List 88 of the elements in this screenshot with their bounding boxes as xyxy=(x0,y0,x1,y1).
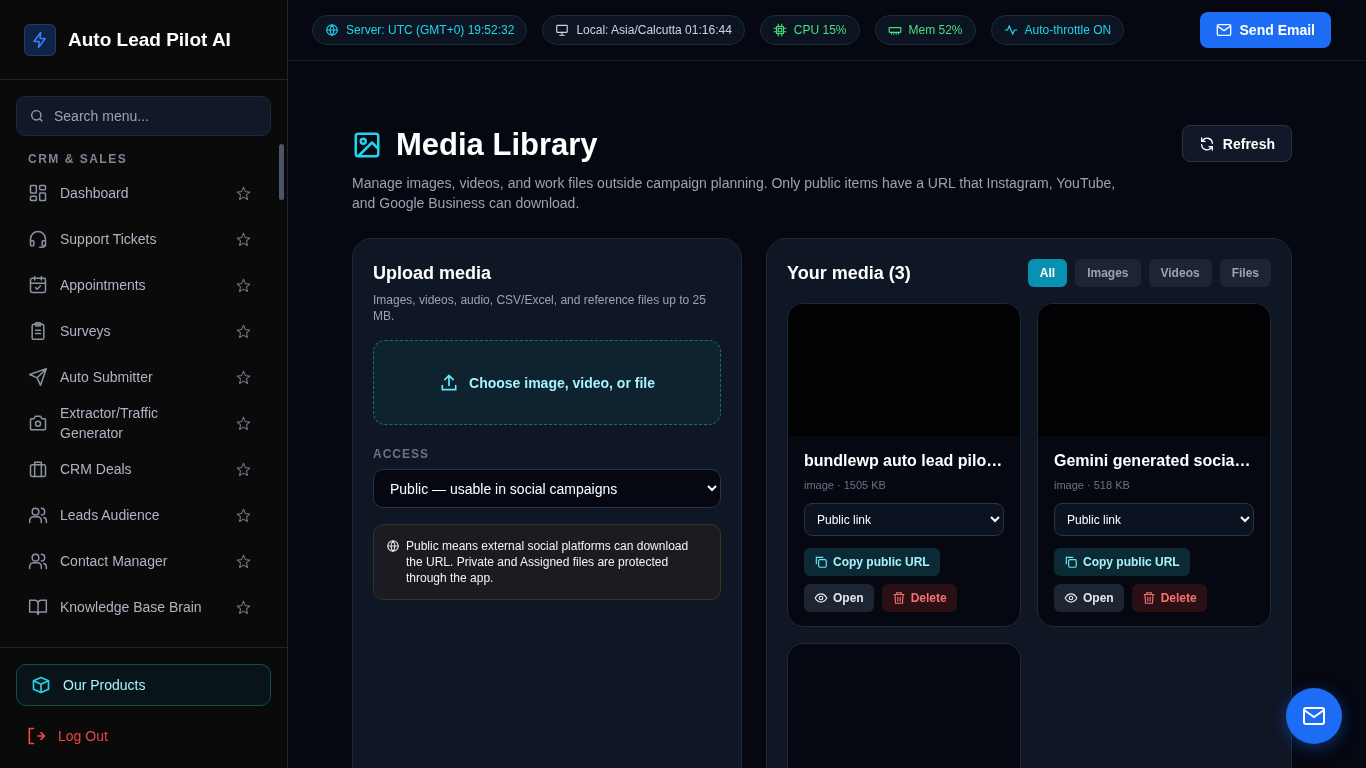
mail-icon xyxy=(1215,22,1232,38)
filter-tab[interactable]: Videos xyxy=(1148,259,1212,287)
filter-tab[interactable]: All xyxy=(1027,259,1068,287)
pulse-icon xyxy=(1003,23,1018,37)
users-icon xyxy=(28,505,48,525)
headset-icon xyxy=(28,229,48,249)
users-icon xyxy=(28,551,48,571)
copy-url-button[interactable]: Copy public URL xyxy=(804,548,940,576)
nav-item[interactable]: Contact Manager xyxy=(0,538,287,584)
nav-item[interactable]: Surveys xyxy=(0,308,287,354)
filter-tab[interactable]: Images xyxy=(1075,259,1141,287)
delete-button[interactable]: Delete xyxy=(1131,584,1207,612)
trash-icon xyxy=(891,591,906,605)
access-select[interactable]: Public — usable in social campaigns xyxy=(373,469,721,508)
send-email-button[interactable]: Send Email xyxy=(1199,12,1331,48)
copy-icon xyxy=(814,555,828,569)
nav-item[interactable]: CRM Deals xyxy=(0,446,287,492)
star-icon[interactable] xyxy=(236,415,251,431)
nav-item[interactable]: Knowledge Base Brain xyxy=(0,584,287,630)
pill-text: Local: Asia/Calcutta 01:16:44 xyxy=(576,23,732,37)
file-name: Gemini generated socia… xyxy=(1054,452,1252,470)
nav-item[interactable]: Appointments xyxy=(0,262,287,308)
monitor-icon xyxy=(555,23,570,37)
open-button[interactable]: Open xyxy=(1054,584,1124,612)
camera-icon xyxy=(28,413,48,433)
bolt-logo-icon xyxy=(24,23,56,56)
open-button[interactable]: Open xyxy=(804,584,874,612)
box-icon xyxy=(31,675,51,695)
star-icon[interactable] xyxy=(236,599,251,615)
upload-icon xyxy=(439,372,460,393)
field-label: ACCESS xyxy=(373,447,430,461)
page-description: Manage images, videos, and work files outside campaign planning. Only public items have a URL that Instagram, YouTube, and Google Business can download. xyxy=(352,174,1117,213)
star-icon[interactable] xyxy=(236,185,251,201)
search-field[interactable]: Search menu... xyxy=(16,96,271,136)
brand-name: Auto Lead Pilot AI xyxy=(68,28,231,51)
file-name: bundlewp auto lead pilo… xyxy=(804,452,1004,470)
logout-icon xyxy=(26,726,46,746)
star-icon[interactable] xyxy=(236,461,251,477)
section-heading: CRM & SALES xyxy=(27,151,129,168)
nav-item[interactable]: Auto Submitter xyxy=(0,354,287,400)
scrollbar[interactable] xyxy=(279,144,284,200)
copy-url-button[interactable]: Copy public URL xyxy=(1054,548,1190,576)
logout-button[interactable]: Log Out xyxy=(16,714,271,758)
send-icon xyxy=(28,367,48,387)
star-icon[interactable] xyxy=(236,507,251,523)
pill-text: CPU 15% xyxy=(793,23,847,37)
file-meta: image · 518 KB xyxy=(1054,479,1131,491)
nav-item[interactable]: Support Tickets xyxy=(0,216,287,262)
refresh-button[interactable]: Refresh xyxy=(1181,125,1292,162)
nav-item[interactable]: Leads Audience xyxy=(0,492,287,538)
chip-icon xyxy=(772,23,787,37)
globe-icon xyxy=(386,539,400,553)
nav-item[interactable]: Extractor/Traffic Generator xyxy=(0,400,287,446)
file-meta: image · 1505 KB xyxy=(804,479,887,491)
calendar-icon xyxy=(28,275,48,295)
pill-text: Server: UTC (GMT+0) 19:52:32 xyxy=(346,23,515,37)
page-title: Media Library xyxy=(396,127,598,163)
refresh-icon xyxy=(1198,135,1215,152)
our-products-button[interactable]: Our Products xyxy=(16,664,271,706)
briefcase-icon xyxy=(28,459,48,479)
nav-item[interactable]: Dashboard xyxy=(0,170,287,216)
star-icon[interactable] xyxy=(236,323,251,339)
filter-tab[interactable]: Files xyxy=(1219,259,1271,287)
grid-icon xyxy=(28,183,48,203)
panel-title: Your media (3) xyxy=(787,262,911,284)
mail-icon xyxy=(1302,704,1326,728)
panel-title: Upload media xyxy=(373,263,493,284)
access-select[interactable]: Public link xyxy=(804,503,1004,536)
upload-hint: Images, videos, audio, CSV/Excel, and reference files up to 25 MB. xyxy=(373,292,707,324)
mail-button[interactable] xyxy=(1286,688,1342,744)
copy-icon xyxy=(1064,555,1078,569)
pill-text: Auto-throttle ON xyxy=(1024,23,1112,37)
pill-text: Mem 52% xyxy=(908,23,963,37)
star-icon[interactable] xyxy=(236,369,251,385)
star-icon[interactable] xyxy=(236,553,251,569)
access-select[interactable]: Public link xyxy=(1054,503,1254,536)
clipboard-icon xyxy=(28,321,48,341)
book-icon xyxy=(28,597,48,617)
star-icon[interactable] xyxy=(236,277,251,293)
note-text: Public means external social platforms can download the URL. Private and Assigned files are protected through the app. xyxy=(406,538,690,586)
delete-button[interactable]: Delete xyxy=(881,584,957,612)
file-dropzone[interactable]: Choose image, video, or file xyxy=(373,340,721,425)
eye-icon xyxy=(1064,591,1078,605)
globe-icon xyxy=(325,23,339,37)
eye-icon xyxy=(814,591,828,605)
star-icon[interactable] xyxy=(236,231,251,247)
trash-icon xyxy=(1141,591,1156,605)
image-icon xyxy=(352,130,382,160)
